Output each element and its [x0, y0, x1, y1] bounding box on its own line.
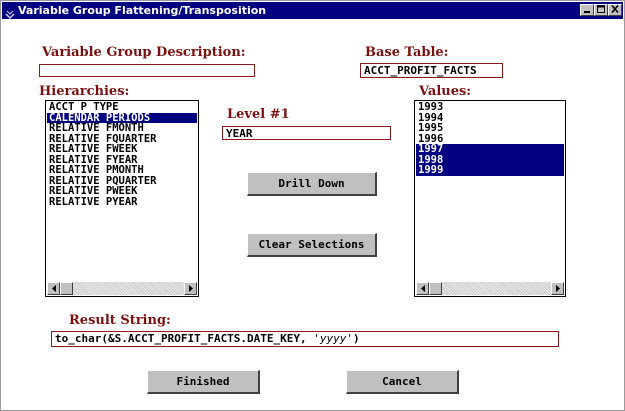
scroll-left-button[interactable]: [47, 282, 60, 295]
cancel-button[interactable]: Cancel: [346, 370, 459, 394]
arrow-left-icon: [421, 285, 425, 292]
result-string-prefix: to_char(&S.ACCT_PROFIT_FACTS.DATE_KEY,: [55, 332, 314, 345]
result-string-suffix: ): [353, 332, 360, 345]
clear-selections-button[interactable]: Clear Selections: [247, 233, 377, 257]
scroll-right-button[interactable]: [551, 282, 564, 295]
close-icon: [611, 4, 619, 14]
level-label: Level #1: [227, 107, 290, 122]
result-string-label: Result String:: [69, 313, 171, 328]
title-bar[interactable]: Variable Group Flattening/Transposition: [2, 2, 623, 20]
scroll-right-button[interactable]: [184, 282, 197, 295]
list-item[interactable]: 1994: [416, 113, 564, 124]
list-item[interactable]: 1997: [416, 144, 564, 155]
list-item[interactable]: 1995: [416, 123, 564, 134]
close-button[interactable]: [608, 4, 622, 16]
scroll-thumb[interactable]: [60, 282, 73, 295]
values-label: Values:: [419, 84, 472, 99]
level-field[interactable]: YEAR: [222, 126, 391, 140]
values-scrollbar[interactable]: [416, 282, 564, 295]
result-string-format: 'yyyy': [313, 332, 354, 345]
values-list: 1993 1994 1995 1996 1997 1998 1999: [416, 102, 564, 176]
list-item[interactable]: RELATIVE PQUARTER: [47, 176, 197, 187]
list-item[interactable]: 1998: [416, 154, 564, 165]
values-listbox[interactable]: 1993 1994 1995 1996 1997 1998 1999: [414, 100, 566, 297]
arrow-left-icon: [52, 285, 56, 292]
variable-group-description-field[interactable]: [39, 64, 255, 77]
list-item[interactable]: RELATIVE PMONTH: [47, 165, 197, 176]
dialog-window: Variable Group Flattening/Transposition …: [0, 0, 625, 411]
base-table-field[interactable]: ACCT_PROFIT_FACTS: [360, 63, 503, 78]
hierarchies-label: Hierarchies:: [39, 84, 130, 99]
list-item[interactable]: ACCT P TYPE: [47, 102, 197, 113]
list-item[interactable]: CALENDAR PERIODS: [47, 112, 197, 123]
base-table-label: Base Table:: [365, 45, 449, 60]
list-item[interactable]: RELATIVE PYEAR: [47, 197, 197, 208]
list-item[interactable]: RELATIVE FQUARTER: [47, 134, 197, 145]
arrow-right-icon: [189, 285, 193, 292]
list-item[interactable]: RELATIVE PWEEK: [47, 186, 197, 197]
hierarchies-list: ACCT P TYPE CALENDAR PERIODS RELATIVE FMON…: [47, 102, 197, 207]
result-string-field[interactable]: to_char(&S.ACCT_PROFIT_FACTS.DATE_KEY, '…: [51, 331, 559, 347]
window-title: Variable Group Flattening/Transposition: [18, 4, 267, 17]
drill-down-button[interactable]: Drill Down: [247, 172, 377, 196]
list-item[interactable]: 1996: [416, 134, 564, 145]
list-item[interactable]: 1993: [416, 102, 564, 113]
system-menu-icon[interactable]: [5, 5, 15, 20]
list-item[interactable]: RELATIVE FYEAR: [47, 155, 197, 166]
variable-group-description-label: Variable Group Description:: [42, 45, 246, 60]
list-item[interactable]: RELATIVE FMONTH: [47, 123, 197, 134]
list-item[interactable]: RELATIVE FWEEK: [47, 144, 197, 155]
maximize-icon: [597, 5, 605, 13]
hierarchies-scrollbar[interactable]: [47, 282, 197, 295]
scroll-thumb[interactable]: [429, 282, 442, 295]
maximize-button[interactable]: [594, 4, 608, 16]
minimize-button[interactable]: [580, 4, 594, 16]
finished-button[interactable]: Finished: [147, 370, 260, 394]
scroll-left-button[interactable]: [416, 282, 429, 295]
arrow-right-icon: [556, 285, 560, 292]
list-item[interactable]: 1999: [416, 165, 564, 176]
hierarchies-listbox[interactable]: ACCT P TYPE CALENDAR PERIODS RELATIVE FMON…: [45, 100, 199, 297]
minimize-icon: [584, 11, 590, 13]
